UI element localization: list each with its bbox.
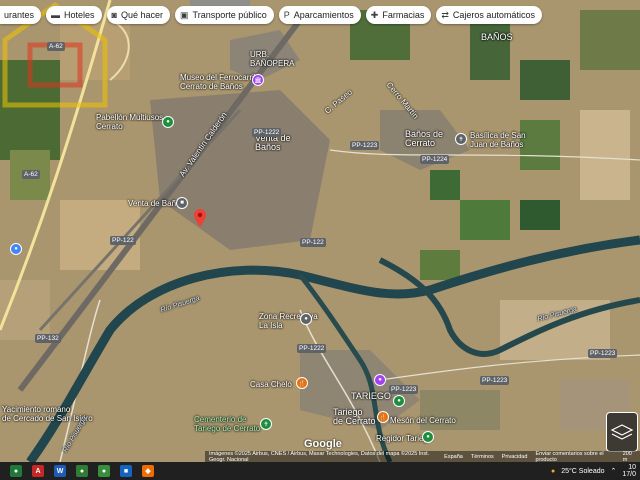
road-label: PP-1223	[389, 385, 419, 394]
chip-parking[interactable]: P Aparcamientos	[278, 6, 361, 24]
train-station-icon[interactable]: ■	[176, 197, 188, 209]
place-label-urbanizacion: URB. BAÑOPERA	[250, 50, 295, 68]
country-link[interactable]: España	[444, 454, 463, 460]
park-icon[interactable]: ●	[300, 313, 312, 325]
app-icon[interactable]: ■	[120, 465, 132, 477]
chip-hotels[interactable]: ▬ Hoteles	[46, 6, 102, 24]
atm-icon: ⇄	[441, 9, 449, 20]
pdf-icon[interactable]: A	[32, 465, 44, 477]
date-text: 17/0	[622, 471, 636, 478]
place-icon[interactable]: ●	[422, 431, 434, 443]
chip-transit[interactable]: ▣ Transporte público	[175, 6, 274, 24]
road-label: PP-1223	[480, 376, 510, 385]
road-label: PP-1223	[588, 349, 618, 358]
privacy-link[interactable]: Privacidad	[502, 454, 528, 460]
place-label-basilica: Basílica de San Juan de Baños	[470, 131, 526, 149]
road-label: PP-1222	[252, 128, 282, 137]
chip-label: urantes	[4, 10, 35, 20]
road-label: A-62	[47, 42, 65, 51]
place-label-cementerio: Cementerio de Tariego de Cerrato	[194, 415, 261, 433]
road-label: PP-1223	[350, 141, 380, 150]
church-icon[interactable]: ✝	[455, 133, 467, 145]
system-tray: ● 25°C Soleado ⌃ 10 17/0	[551, 462, 636, 480]
weather-icon: ●	[550, 467, 556, 475]
clock[interactable]: 10 17/0	[622, 464, 636, 478]
bus-icon: ▣	[180, 9, 189, 20]
sports-icon[interactable]: ●	[162, 116, 174, 128]
chip-label: Qué hacer	[120, 10, 164, 20]
google-logo: Google	[304, 438, 342, 450]
chrome-icon[interactable]: ●	[76, 465, 88, 477]
road-label: PP-122	[300, 238, 326, 247]
weather-text[interactable]: 25°C Soleado	[561, 468, 604, 475]
road-label: PP-1224	[420, 155, 450, 164]
cemetery-icon[interactable]: ✝	[260, 418, 272, 430]
fuel-icon[interactable]: ●	[10, 243, 22, 255]
taskbar: ● A W ● ● ■ ◆ ● 25°C Soleado ⌃ 10 17/0	[0, 462, 640, 480]
chip-things-to-do[interactable]: ◙ Qué hacer	[106, 6, 171, 24]
paint-icon[interactable]: ◆	[142, 465, 154, 477]
chip-pharmacies[interactable]: ✚ Farmacias	[365, 6, 432, 24]
road-label: A-62	[22, 170, 40, 179]
restaurant-icon[interactable]: 🍴	[377, 411, 389, 423]
museum-icon[interactable]: 🏛	[252, 74, 264, 86]
time-text: 10	[628, 464, 636, 471]
chrome-icon[interactable]: ●	[98, 465, 110, 477]
chip-label: Transporte público	[192, 10, 267, 20]
place-label-banos: BAÑOS	[481, 32, 513, 42]
chip-atm[interactable]: ⇄ Cajeros automáticos	[436, 6, 542, 24]
location-pin-icon[interactable]	[194, 209, 206, 227]
chrome-icon[interactable]: ●	[10, 465, 22, 477]
chip-label: Farmacias	[382, 10, 425, 20]
place-label-casa-chelo: Casa Chelo	[250, 380, 292, 389]
road-label: PP-132	[35, 334, 61, 343]
category-chips: urantes ▬ Hoteles ◙ Qué hacer ▣ Transporte …	[0, 6, 542, 26]
tray-chevron-icon[interactable]: ⌃	[611, 467, 617, 475]
place-label-museo: Museo del Ferrocarril Cerrato de Baños	[180, 73, 256, 91]
place-label-banos-de-cerrato: Baños de Cerrato	[405, 129, 444, 148]
feedback-link[interactable]: Enviar comentarios sobre el producto	[535, 451, 614, 463]
chip-label: Cajeros automáticos	[452, 10, 535, 20]
road-label: PP-1222	[297, 344, 327, 353]
layers-thumbnail[interactable]	[606, 412, 638, 452]
satellite-map[interactable]: BAÑOS URB. BAÑOPERA Museo del Ferrocarri…	[0, 0, 640, 462]
camera-icon: ◙	[111, 10, 117, 20]
word-icon[interactable]: W	[54, 465, 66, 477]
parking-icon: P	[283, 10, 290, 20]
chip-label: Hoteles	[64, 10, 95, 20]
road-label: PP-122	[110, 236, 136, 245]
scale-label: 200 m	[622, 450, 632, 463]
place-label-tariego-de-cerrato: Tariego de Cerrato	[333, 407, 376, 426]
attribution-bar: Imágenes ©2025 Airbus, CNES / Airbus, Ma…	[205, 451, 640, 462]
chip-restaurants[interactable]: urantes	[0, 6, 42, 24]
place-icon[interactable]: ●	[393, 395, 405, 407]
chip-label: Aparcamientos	[293, 10, 354, 20]
imagery-credit: Imágenes ©2025 Airbus, CNES / Airbus, Ma…	[209, 450, 430, 463]
pharmacy-icon: ✚	[370, 9, 379, 20]
layers-icon	[610, 424, 634, 440]
place-label-pabellon: Pabellón Multiusos Cerrato	[96, 113, 164, 131]
restaurant-icon[interactable]: 🍴	[296, 377, 308, 389]
hotel-icon: ▬	[51, 10, 61, 20]
place-label-meson: Mesón del Cerrato	[390, 416, 456, 425]
landmark-icon[interactable]: ●	[374, 374, 386, 386]
terms-link[interactable]: Términos	[471, 454, 494, 460]
place-label-tariego: TARIEGO	[351, 391, 391, 401]
